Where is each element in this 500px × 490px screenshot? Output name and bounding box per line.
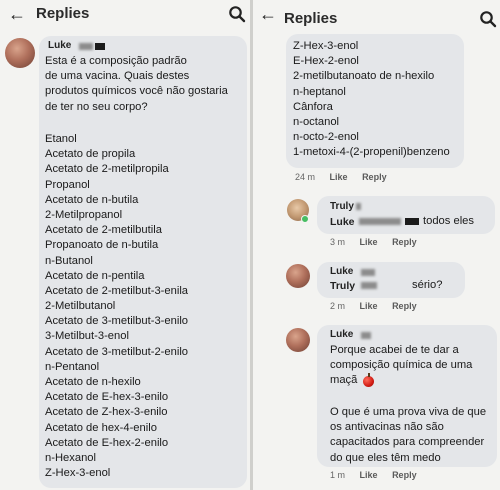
list-item: Z-Hex-3-enol [45, 467, 111, 480]
list-item: Acetato de n-hexilo [45, 376, 141, 388]
list-item: Propanol [45, 178, 90, 191]
header-title: Replies [36, 5, 90, 22]
reply-text: O que é uma prova viva de que os antivac… [330, 406, 487, 464]
like-button[interactable]: Like [360, 237, 378, 247]
reply-text: todos eles [423, 215, 474, 227]
chemical-list: Etanol Acetato de propila Acetato de 2-m… [45, 132, 188, 481]
redacted-name [95, 43, 105, 50]
right-screenshot-panel: ← Replies Z-Hex-3-enol E-Hex-2-enol 2-me… [253, 0, 500, 490]
list-item: n-Pentanol [45, 360, 100, 373]
reply-bubble: Luke Truly sério? [317, 262, 465, 298]
redacted-name [356, 203, 361, 210]
comment-bubble-continued: Z-Hex-3-enol E-Hex-2-enol 2-metilbutanoa… [286, 34, 464, 168]
avatar[interactable] [5, 38, 35, 68]
list-item: n-Hexanol [45, 451, 96, 464]
list-item: n-heptanol [293, 85, 346, 98]
comment-question: Esta é a composição padrão de uma vacina… [45, 55, 228, 113]
timestamp: 3 m [330, 237, 346, 247]
list-item: Acetato de Z-hex-3-enilo [45, 406, 168, 419]
redacted-name [361, 282, 377, 289]
list-item: n-octanol [293, 115, 340, 128]
list-item: Propanoato de n-butila [45, 239, 159, 252]
redacted-name [361, 269, 375, 276]
list-item: n-octo-2-enol [293, 131, 359, 144]
apple-emoji-icon [363, 373, 374, 387]
avatar[interactable] [286, 328, 310, 352]
reply-button[interactable]: Reply [392, 470, 417, 480]
list-item: 1-metoxi-4-(2-propenil)benzeno [293, 146, 450, 159]
chemical-list-continued: Z-Hex-3-enol E-Hex-2-enol 2-metilbutanoa… [293, 39, 450, 161]
redacted-name [359, 218, 401, 225]
search-icon[interactable] [228, 5, 246, 23]
reply-bubble: Truly Luke todos eles [317, 196, 495, 234]
replies-header: ← Replies [0, 0, 250, 32]
comment-meta: 24 m Like Reply [295, 172, 399, 182]
back-arrow-icon[interactable]: ← [8, 4, 26, 25]
replies-header: ← Replies [253, 0, 500, 32]
reply-button[interactable]: Reply [392, 301, 417, 311]
like-button[interactable]: Like [360, 301, 378, 311]
list-item: Acetato de 2-metilbutila [45, 224, 162, 237]
timestamp: 2 m [330, 301, 346, 311]
reply-meta: 3 m Like Reply [330, 237, 429, 247]
reply-text: sério? [412, 279, 443, 291]
redacted-name [79, 43, 93, 50]
list-item: 2-Metilbutanol [45, 300, 116, 313]
list-item: Z-Hex-3-enol [293, 40, 359, 52]
reply-bubble: Luke Porque acabei de te dar a composiçã… [317, 325, 497, 467]
left-screenshot-panel: ← Replies Luke Esta é a composição padrã… [0, 0, 250, 490]
online-status-dot [301, 215, 309, 223]
back-arrow-icon[interactable]: ← [259, 4, 277, 25]
reply-button[interactable]: Reply [392, 237, 417, 247]
timestamp: 24 m [295, 172, 316, 182]
list-item: Acetato de E-hex-3-enilo [45, 391, 169, 404]
reply-meta: 2 m Like Reply [330, 301, 429, 311]
avatar[interactable] [286, 264, 310, 288]
list-item: Acetato de n-butila [45, 193, 139, 206]
comment-bubble: Luke Esta é a composição padrão de uma v… [39, 36, 247, 488]
reply-text: Porque acabei de te dar a composição quí… [330, 344, 473, 387]
list-item: Acetato de 3-metilbut-2-enilo [45, 345, 189, 358]
mention-tag[interactable]: Truly [330, 280, 355, 292]
list-item: 2-Metilpropanol [45, 208, 123, 221]
reply-author[interactable]: Truly [330, 201, 354, 212]
redacted-name [361, 332, 371, 339]
mention-tag[interactable]: Luke [330, 216, 355, 228]
like-button[interactable]: Like [360, 470, 378, 480]
reply-author[interactable]: Luke [330, 329, 353, 340]
list-item: Acetato de E-hex-2-enilo [45, 436, 169, 449]
header-title: Replies [284, 10, 338, 27]
list-item: n-Butanol [45, 254, 93, 267]
like-button[interactable]: Like [330, 172, 348, 182]
list-item: Acetato de propila [45, 148, 136, 161]
reply-meta: 1 m Like Reply [330, 470, 429, 480]
list-item: E-Hex-2-enol [293, 55, 359, 68]
list-item: 2-metilbutanoato de n-hexilo [293, 70, 435, 83]
list-item: Cânfora [293, 100, 333, 113]
reply-author[interactable]: Luke [330, 266, 353, 277]
comment-author[interactable]: Luke [48, 40, 71, 51]
list-item: 3-Metilbut-3-enol [45, 330, 129, 343]
list-item: Acetato de n-pentila [45, 269, 145, 282]
search-icon[interactable] [479, 10, 497, 28]
list-item: Acetato de 3-metilbut-3-enilo [45, 315, 189, 328]
timestamp: 1 m [330, 470, 346, 480]
reply-button[interactable]: Reply [362, 172, 387, 182]
list-item: Acetato de 2-metilpropila [45, 163, 169, 176]
list-item: Etanol [45, 133, 77, 145]
list-item: Acetato de hex-4-enilo [45, 421, 157, 434]
redacted-name [405, 218, 419, 225]
list-item: Acetato de 2-metilbut-3-enila [45, 284, 189, 297]
